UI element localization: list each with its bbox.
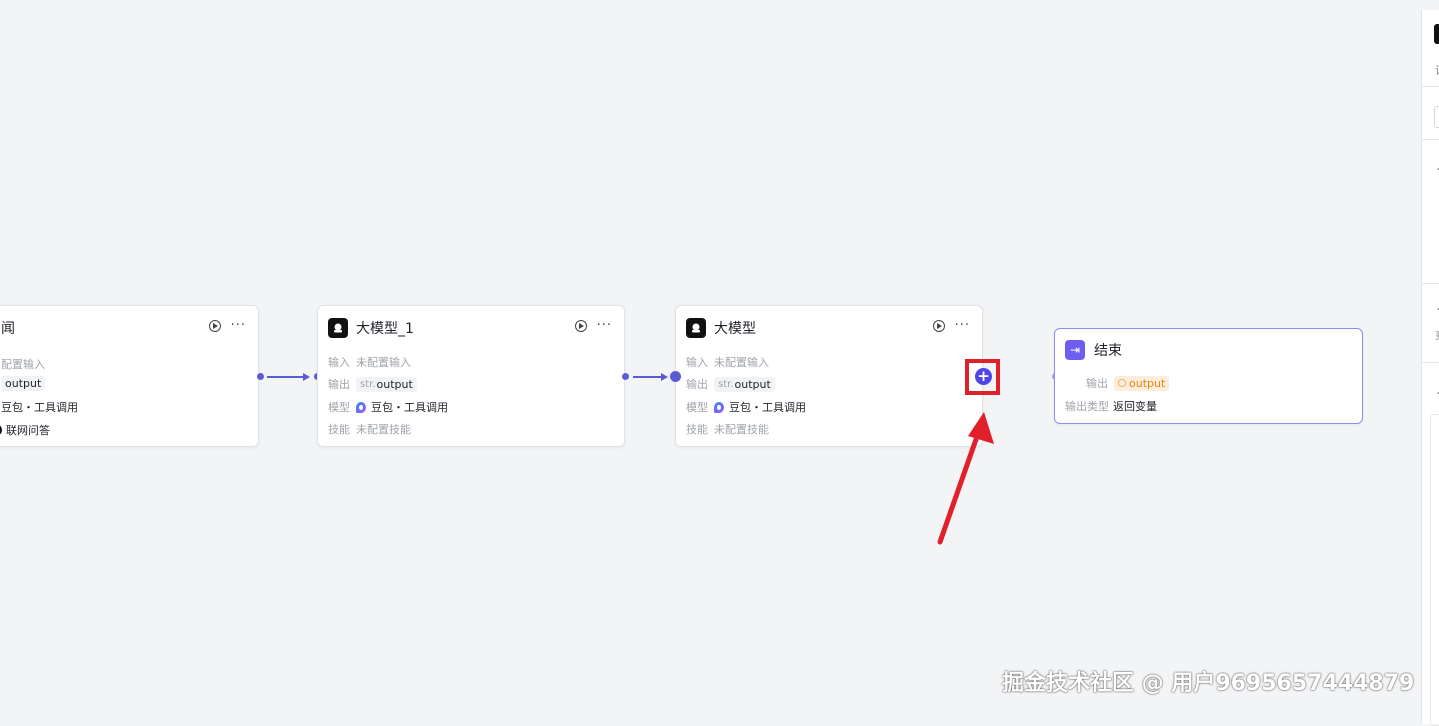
divider bbox=[1422, 139, 1439, 140]
model-label: 模型 bbox=[328, 401, 350, 414]
model-name: 豆包・工具调用 bbox=[729, 401, 806, 414]
skill-value: 未配置技能 bbox=[356, 423, 411, 436]
node-news[interactable]: 闻 ··· 配置输入 output 豆包・工具调用 联网问答 bbox=[0, 305, 259, 447]
exit-icon: ⇥ bbox=[1065, 340, 1085, 360]
output-var: output bbox=[5, 377, 42, 390]
chevron-down-icon[interactable]: ⌄ bbox=[1435, 384, 1439, 398]
run-icon[interactable] bbox=[208, 320, 221, 332]
divider bbox=[1422, 86, 1439, 87]
divider bbox=[1422, 283, 1439, 284]
node-actions: ··· bbox=[574, 319, 612, 332]
output-type-label: 输出类型 bbox=[1065, 400, 1109, 413]
input-label: 输入 bbox=[328, 356, 350, 369]
node-news-model-row: 豆包・工具调用 bbox=[1, 399, 78, 415]
llm-icon bbox=[686, 318, 706, 338]
input-row: 输入 未配置输入 bbox=[686, 354, 769, 370]
add-node-button[interactable]: + bbox=[975, 368, 992, 385]
output-var: output bbox=[734, 377, 771, 391]
input-value: 未配置输入 bbox=[714, 356, 769, 369]
more-icon[interactable]: ··· bbox=[955, 319, 970, 332]
output-port[interactable] bbox=[622, 373, 629, 380]
type-prefix: str. bbox=[360, 378, 376, 390]
globe-icon bbox=[0, 425, 2, 435]
output-port[interactable] bbox=[257, 373, 264, 380]
doubao-logo-icon bbox=[714, 401, 724, 413]
more-icon[interactable]: ··· bbox=[597, 319, 612, 332]
edge-line[interactable] bbox=[633, 376, 663, 378]
variable-icon bbox=[1118, 379, 1126, 387]
model-name: 豆包・工具调用 bbox=[371, 401, 448, 414]
model-row: 模型 豆包・工具调用 bbox=[686, 399, 806, 415]
model-name: 豆包・工具调用 bbox=[1, 401, 78, 414]
output-var: output bbox=[1129, 376, 1166, 390]
input-row: 输入 未配置输入 bbox=[328, 354, 411, 370]
node-end[interactable]: ⇥ 结束 输出 output 输出类型 返回变量 bbox=[1054, 328, 1363, 424]
node-end-head: ⇥ 结束 bbox=[1065, 339, 1122, 361]
more-icon[interactable]: ··· bbox=[231, 319, 246, 332]
node-news-title: 闻 bbox=[1, 321, 15, 337]
edge-arrow-icon bbox=[303, 373, 310, 381]
run-icon[interactable] bbox=[574, 320, 587, 332]
type-prefix: str. bbox=[718, 378, 734, 390]
node-title: 大模型 bbox=[714, 321, 756, 337]
model-row: 模型 豆包・工具调用 bbox=[328, 399, 448, 415]
doubao-logo-icon bbox=[356, 401, 366, 413]
node-llm-1[interactable]: 大模型_1 ··· 输入 未配置输入 输出 str. output 模型 豆包・… bbox=[317, 305, 625, 447]
input-port[interactable] bbox=[670, 371, 681, 382]
skill-row: 技能 未配置技能 bbox=[328, 421, 411, 437]
output-tag: str. output bbox=[356, 376, 417, 392]
output-row: 输出 output bbox=[1086, 375, 1170, 391]
output-var: output bbox=[376, 377, 413, 391]
output-row: 输出 str. output bbox=[328, 376, 417, 392]
output-type-value: 返回变量 bbox=[1113, 400, 1157, 413]
node-news-skill-row: 联网问答 bbox=[0, 422, 50, 438]
node-actions: ··· bbox=[932, 319, 970, 332]
skill-name: 联网问答 bbox=[6, 424, 50, 437]
output-row: 输出 str. output bbox=[686, 376, 775, 392]
panel-section bbox=[1430, 414, 1439, 726]
node-title: 结束 bbox=[1094, 343, 1122, 359]
output-label: 输出 bbox=[1086, 377, 1108, 390]
output-type-row: 输出类型 返回变量 bbox=[1065, 398, 1157, 414]
node-news-actions: ··· bbox=[208, 319, 246, 332]
divider bbox=[1422, 362, 1439, 363]
panel-input[interactable] bbox=[1434, 106, 1439, 128]
model-label: 模型 bbox=[686, 401, 708, 414]
output-tag: str. output bbox=[714, 376, 775, 392]
chevron-down-icon[interactable]: ⌄ bbox=[1435, 300, 1439, 314]
workflow-canvas[interactable]: 闻 ··· 配置输入 output 豆包・工具调用 联网问答 大模型_1 ···… bbox=[0, 0, 1420, 714]
input-label: 输入 bbox=[686, 356, 708, 369]
output-label: 输出 bbox=[686, 378, 708, 391]
edge-arrow-icon bbox=[661, 373, 668, 381]
node-title: 大模型_1 bbox=[356, 321, 414, 337]
panel-logo-icon bbox=[1434, 24, 1439, 44]
chevron-down-icon[interactable]: ⌄ bbox=[1435, 160, 1439, 174]
node-news-output-row: output bbox=[1, 376, 46, 391]
run-icon[interactable] bbox=[932, 320, 945, 332]
output-tag: output bbox=[1114, 375, 1170, 391]
skill-label: 技能 bbox=[328, 423, 350, 436]
input-value: 未配置输入 bbox=[356, 356, 411, 369]
skill-label: 技能 bbox=[686, 423, 708, 436]
annotation-arrow-icon bbox=[937, 412, 994, 545]
node-news-input-value: 配置输入 bbox=[1, 358, 45, 371]
node-llm-head: 大模型 bbox=[686, 317, 756, 339]
output-tag: output bbox=[1, 376, 46, 391]
config-panel[interactable]: 设 ⌄ ⌄ 变 ⌄ bbox=[1421, 10, 1439, 726]
node-llm-1-head: 大模型_1 bbox=[328, 317, 414, 339]
watermark: 掘金技术社区 @ 用户9695657444879 bbox=[1002, 671, 1415, 696]
panel-text: 设 bbox=[1435, 62, 1439, 78]
output-label: 输出 bbox=[328, 378, 350, 391]
llm-icon bbox=[328, 318, 348, 338]
skill-row: 技能 未配置技能 bbox=[686, 421, 769, 437]
node-news-head: 闻 bbox=[1, 317, 15, 339]
node-news-input-row: 配置输入 bbox=[1, 356, 45, 372]
panel-small-text: 变 bbox=[1435, 327, 1439, 342]
skill-value: 未配置技能 bbox=[714, 423, 769, 436]
edge-line[interactable] bbox=[267, 376, 304, 378]
